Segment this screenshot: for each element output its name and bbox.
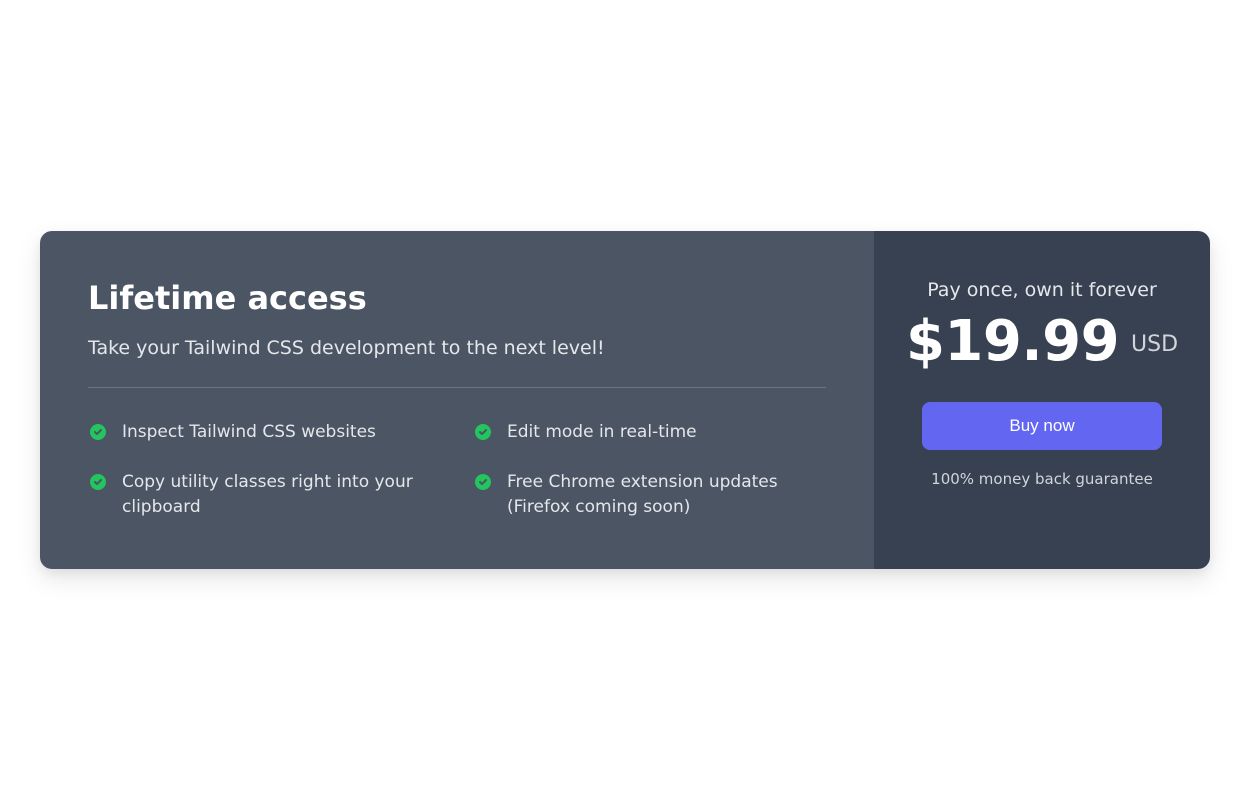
feature-text: Inspect Tailwind CSS websites — [122, 420, 376, 446]
features-panel: Lifetime access Take your Tailwind CSS d… — [40, 231, 874, 569]
check-circle-icon — [88, 472, 108, 492]
feature-text: Free Chrome extension updates (Firefox c… — [507, 470, 826, 521]
feature-item: Inspect Tailwind CSS websites — [88, 420, 441, 446]
check-circle-icon — [473, 422, 493, 442]
feature-text: Copy utility classes right into your cli… — [122, 470, 441, 521]
pay-once-text: Pay once, own it forever — [927, 279, 1157, 301]
check-circle-icon — [473, 472, 493, 492]
plan-title: Lifetime access — [88, 279, 826, 317]
feature-item: Copy utility classes right into your cli… — [88, 470, 441, 521]
price-amount: $19.99 — [906, 309, 1119, 374]
check-circle-icon — [88, 422, 108, 442]
buy-now-button[interactable]: Buy now — [922, 402, 1162, 450]
guarantee-text: 100% money back guarantee — [931, 470, 1153, 488]
feature-item: Free Chrome extension updates (Firefox c… — [473, 470, 826, 521]
features-list: Inspect Tailwind CSS websites Edit mode … — [88, 420, 826, 521]
feature-item: Edit mode in real-time — [473, 420, 826, 446]
divider — [88, 387, 826, 388]
pricing-card: Lifetime access Take your Tailwind CSS d… — [40, 231, 1210, 569]
price-row: $19.99 USD — [906, 309, 1178, 374]
price-currency: USD — [1131, 332, 1178, 357]
feature-text: Edit mode in real-time — [507, 420, 697, 446]
plan-subtitle: Take your Tailwind CSS development to th… — [88, 337, 826, 359]
purchase-panel: Pay once, own it forever $19.99 USD Buy … — [874, 231, 1210, 569]
